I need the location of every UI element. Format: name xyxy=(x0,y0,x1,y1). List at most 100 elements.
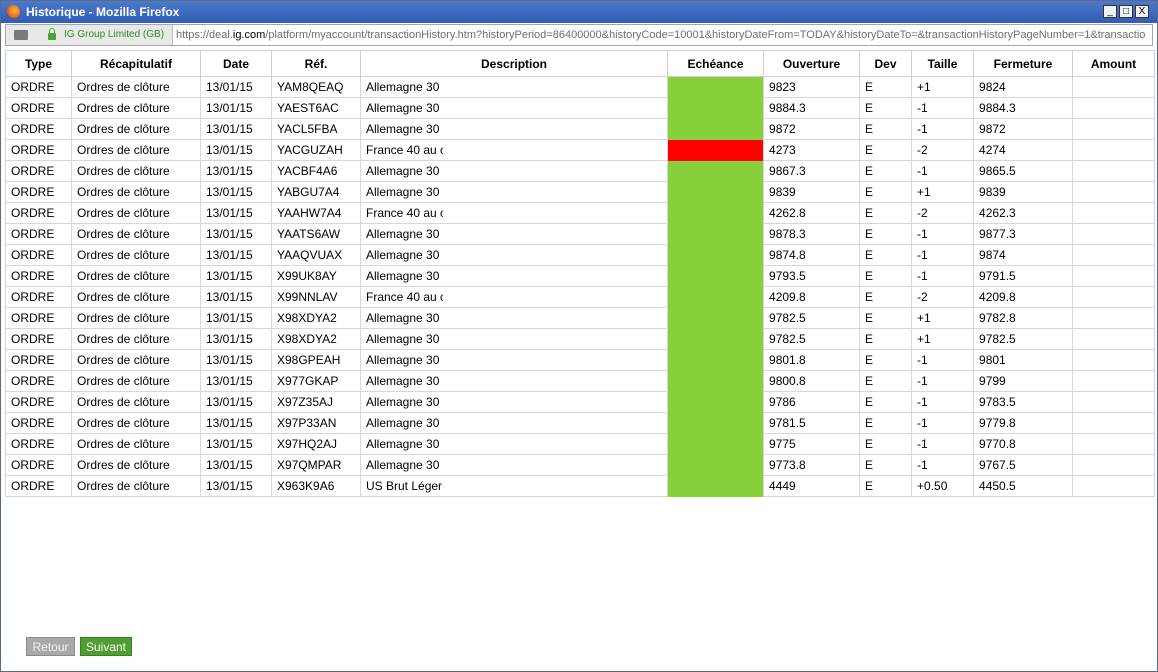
cell-ref: X977GKAP xyxy=(271,370,361,392)
echeance-status-cell xyxy=(667,118,765,140)
cell-fermeture: 9782.5 xyxy=(973,328,1074,350)
description-spacer xyxy=(442,349,668,371)
cell-amount xyxy=(1072,412,1155,434)
description-spacer xyxy=(442,370,668,392)
cell-fermeture: 4209.8 xyxy=(973,286,1074,308)
cell-date: 13/01/15 xyxy=(200,328,272,350)
cell-description: Allemagne 30 xyxy=(360,328,443,350)
cell-amount xyxy=(1072,433,1155,455)
table-row[interactable]: ORDRE Ordres de clôture 13/01/15 YACL5FBA Al… xyxy=(5,118,1155,140)
cell-ouverture: 9786 xyxy=(763,391,861,413)
cell-taille: -1 xyxy=(911,391,975,413)
cell-type: ORDRE xyxy=(5,202,72,224)
echeance-status-cell xyxy=(667,475,765,497)
url-text[interactable]: https://deal.ig.com/platform/myaccount/t… xyxy=(176,29,1148,41)
cell-type: ORDRE xyxy=(5,286,72,308)
close-button[interactable]: X xyxy=(1135,5,1149,18)
cell-dev: E xyxy=(859,370,913,392)
cell-dev: E xyxy=(859,76,913,98)
table-row[interactable]: ORDRE Ordres de clôture 13/01/15 X98XDYA2 Al… xyxy=(5,307,1155,329)
table-row[interactable]: ORDRE Ordres de clôture 13/01/15 YAM8QEAQ Al… xyxy=(5,76,1155,98)
table-row[interactable]: ORDRE Ordres de clôture 13/01/15 X99UK8AY Al… xyxy=(5,265,1155,287)
echeance-status-cell xyxy=(667,370,765,392)
cell-date: 13/01/15 xyxy=(200,160,272,182)
cell-taille: +0.50 xyxy=(911,475,975,497)
cell-description: Allemagne 30 xyxy=(360,244,443,266)
cell-recap: Ordres de clôture xyxy=(71,286,201,308)
cell-amount xyxy=(1072,76,1155,98)
table-row[interactable]: ORDRE Ordres de clôture 13/01/15 YACGUZAH Fr… xyxy=(5,139,1155,161)
cell-dev: E xyxy=(859,475,913,497)
echeance-status-cell xyxy=(667,97,765,119)
table-header-row: Type Récapitulatif Date Réf. Description… xyxy=(5,50,1155,77)
cell-type: ORDRE xyxy=(5,328,72,350)
back-button[interactable]: Retour xyxy=(26,637,75,656)
table-row[interactable]: ORDRE Ordres de clôture 13/01/15 X97HQ2AJ Al… xyxy=(5,433,1155,455)
cell-fermeture: 9791.5 xyxy=(973,265,1074,287)
header-description[interactable]: Description xyxy=(359,50,669,77)
table-row[interactable]: ORDRE Ordres de clôture 13/01/15 YAAHW7A4 Fr… xyxy=(5,202,1155,224)
table-row[interactable]: ORDRE Ordres de clôture 13/01/15 X977GKAP Al… xyxy=(5,370,1155,392)
table-row[interactable]: ORDRE Ordres de clôture 13/01/15 X97Z35AJ Al… xyxy=(5,391,1155,413)
cell-amount xyxy=(1072,391,1155,413)
header-taille[interactable]: Taille xyxy=(911,50,975,77)
table-row[interactable]: ORDRE Ordres de clôture 13/01/15 YAAQVUAX Al… xyxy=(5,244,1155,266)
cell-type: ORDRE xyxy=(5,391,72,413)
table-row[interactable]: ORDRE Ordres de clôture 13/01/15 YAATS6AW Al… xyxy=(5,223,1155,245)
cell-recap: Ordres de clôture xyxy=(71,370,201,392)
cell-dev: E xyxy=(859,265,913,287)
site-identity[interactable]: IG Group Limited (GB) xyxy=(6,25,173,45)
table-row[interactable]: ORDRE Ordres de clôture 13/01/15 X963K9A6 US… xyxy=(5,475,1155,497)
cell-date: 13/01/15 xyxy=(200,181,272,203)
cell-dev: E xyxy=(859,454,913,476)
cell-ref: X98XDYA2 xyxy=(271,307,361,329)
maximize-button[interactable]: □ xyxy=(1119,5,1133,18)
address-bar[interactable]: IG Group Limited (GB) https://deal.ig.co… xyxy=(5,24,1153,46)
header-echeance[interactable]: Echéance xyxy=(667,50,765,77)
header-recap[interactable]: Récapitulatif xyxy=(71,50,201,77)
table-row[interactable]: ORDRE Ordres de clôture 13/01/15 X97P33AN Al… xyxy=(5,412,1155,434)
cell-ouverture: 9781.5 xyxy=(763,412,861,434)
cell-dev: E xyxy=(859,160,913,182)
echeance-status-cell xyxy=(667,202,765,224)
table-row[interactable]: ORDRE Ordres de clôture 13/01/15 YACBF4A6 Al… xyxy=(5,160,1155,182)
description-spacer xyxy=(442,391,668,413)
title-bar[interactable]: Historique - Mozilla Firefox _ □ X xyxy=(1,1,1157,23)
cell-taille: +1 xyxy=(911,181,975,203)
cell-recap: Ordres de clôture xyxy=(71,454,201,476)
cell-ouverture: 9839 xyxy=(763,181,861,203)
header-type[interactable]: Type xyxy=(5,50,72,77)
cell-date: 13/01/15 xyxy=(200,202,272,224)
cell-description: Allemagne 30 xyxy=(360,118,443,140)
table-row[interactable]: ORDRE Ordres de clôture 13/01/15 X98XDYA2 Al… xyxy=(5,328,1155,350)
cell-taille: -1 xyxy=(911,265,975,287)
minimize-button[interactable]: _ xyxy=(1103,5,1117,18)
cell-ouverture: 9775 xyxy=(763,433,861,455)
cell-taille: -1 xyxy=(911,433,975,455)
echeance-status-cell xyxy=(667,223,765,245)
header-date[interactable]: Date xyxy=(200,50,272,77)
cell-amount xyxy=(1072,202,1155,224)
header-dev[interactable]: Dev xyxy=(859,50,913,77)
next-button[interactable]: Suivant xyxy=(80,637,132,656)
cell-type: ORDRE xyxy=(5,223,72,245)
header-fermeture[interactable]: Fermeture xyxy=(973,50,1074,77)
table-row[interactable]: ORDRE Ordres de clôture 13/01/15 YAEST6AC Al… xyxy=(5,97,1155,119)
table-row[interactable]: ORDRE Ordres de clôture 13/01/15 X98GPEAH Al… xyxy=(5,349,1155,371)
table-row[interactable]: ORDRE Ordres de clôture 13/01/15 X99NNLAV Fr… xyxy=(5,286,1155,308)
cell-fermeture: 9783.5 xyxy=(973,391,1074,413)
header-ouverture[interactable]: Ouverture xyxy=(763,50,861,77)
header-ref[interactable]: Réf. xyxy=(271,50,361,77)
cell-fermeture: 9884.3 xyxy=(973,97,1074,119)
cell-ouverture: 9884.3 xyxy=(763,97,861,119)
cell-description: Allemagne 30 xyxy=(360,454,443,476)
cell-amount xyxy=(1072,139,1155,161)
cell-fermeture: 9782.8 xyxy=(973,307,1074,329)
cell-dev: E xyxy=(859,244,913,266)
table-row[interactable]: ORDRE Ordres de clôture 13/01/15 X97QMPAR Al… xyxy=(5,454,1155,476)
header-amount[interactable]: Amount xyxy=(1072,50,1155,77)
table-row[interactable]: ORDRE Ordres de clôture 13/01/15 YABGU7A4 Al… xyxy=(5,181,1155,203)
url-domain: ig.com xyxy=(232,29,266,41)
echeance-status-cell xyxy=(667,328,765,350)
cell-type: ORDRE xyxy=(5,118,72,140)
